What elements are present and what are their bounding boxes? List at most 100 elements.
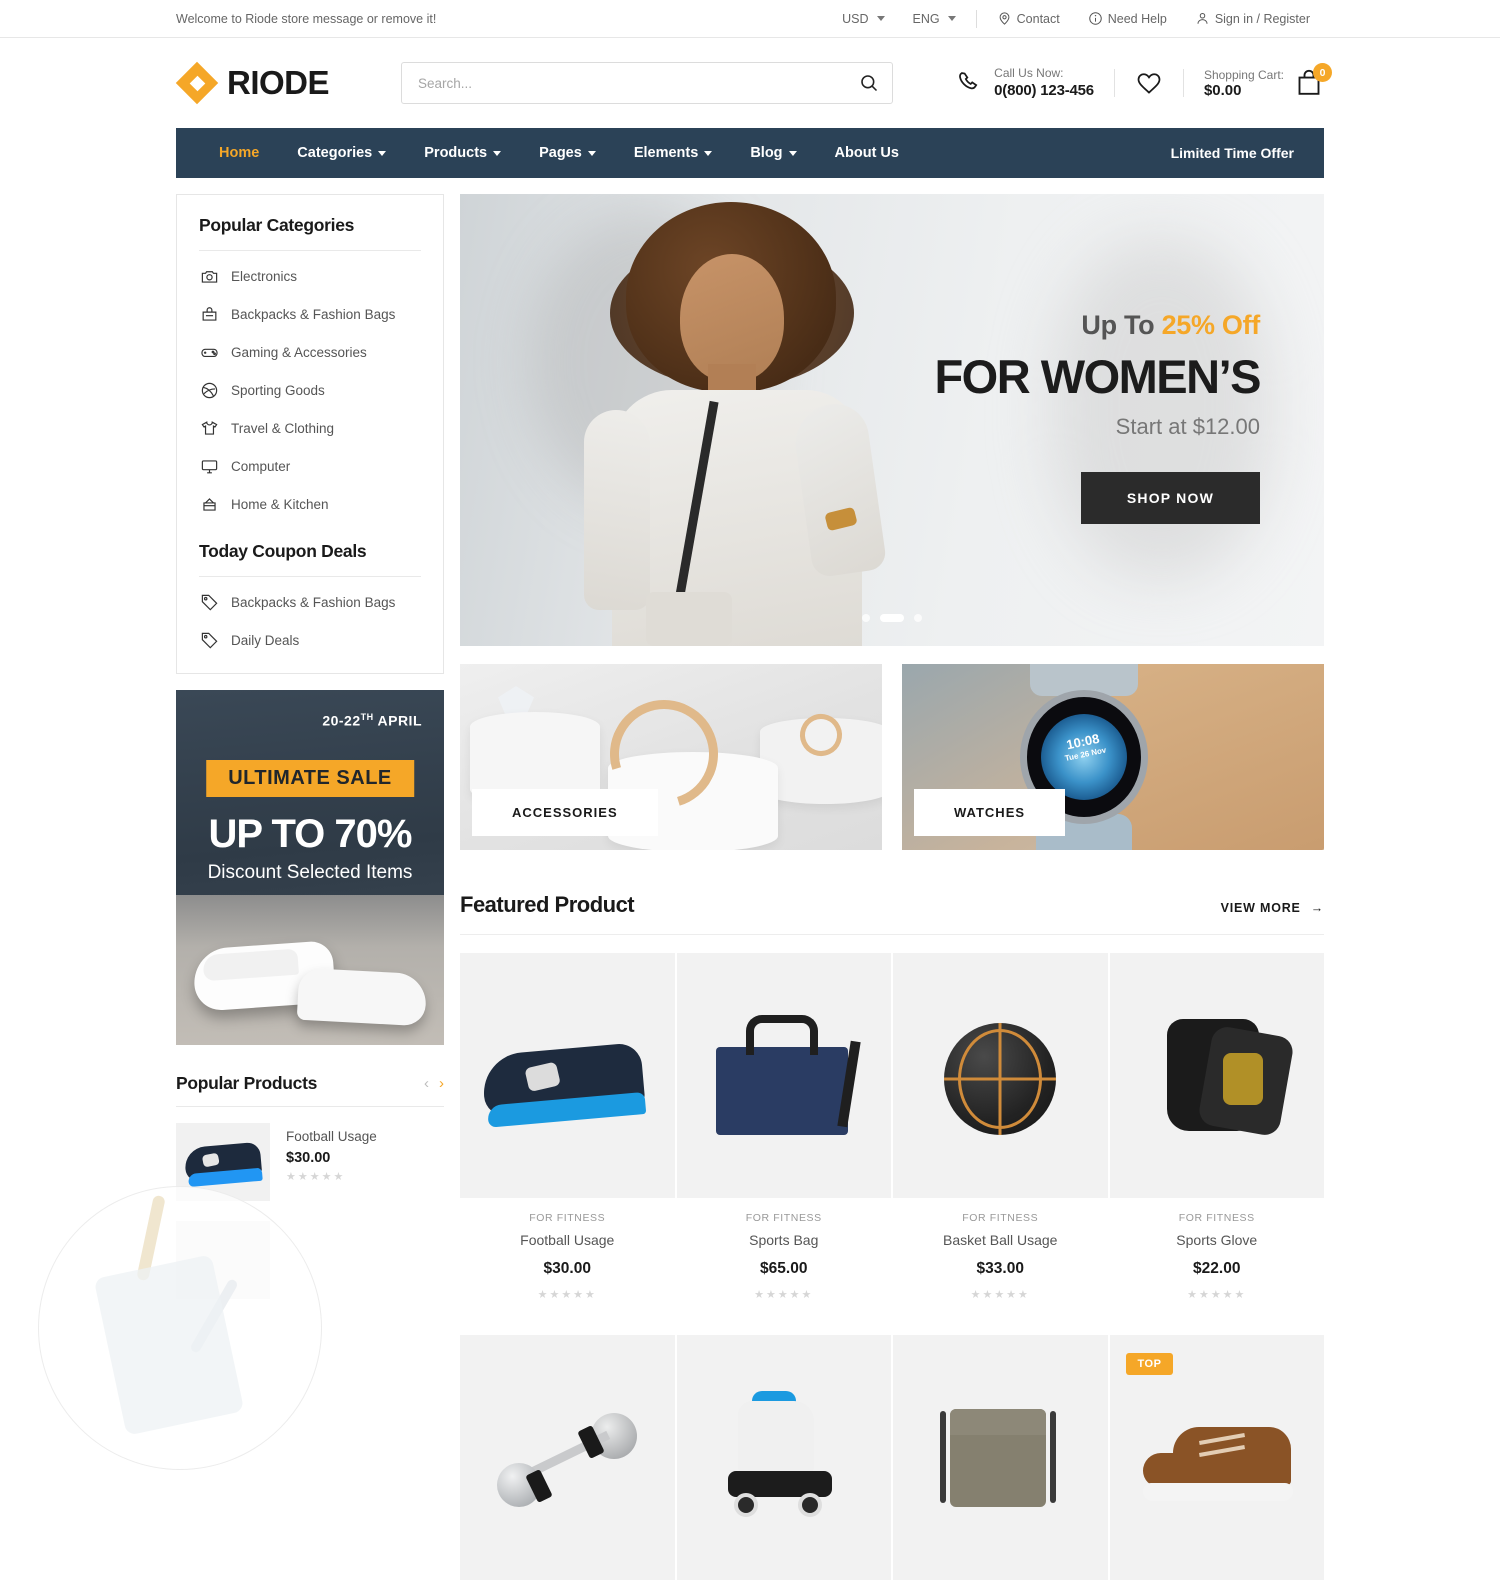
featured-title: Featured Product: [460, 892, 635, 917]
need-help-link[interactable]: Need Help: [1074, 11, 1181, 26]
account-link[interactable]: Sign in / Register: [1181, 11, 1324, 26]
sidebar-item-computer[interactable]: Computer: [199, 447, 421, 485]
nav-label: Home: [219, 145, 260, 161]
divider: [1182, 69, 1184, 97]
sidebar: Popular Categories Electronics Backpacks: [176, 194, 444, 1580]
prev-arrow-icon[interactable]: ‹: [424, 1076, 429, 1091]
logo[interactable]: RIODE: [175, 61, 330, 105]
slider-dot[interactable]: [862, 614, 870, 622]
product-card[interactable]: FOR FITNESS Sports Glove $22.00 ★★★★★: [1109, 953, 1325, 1317]
nav-item-blog[interactable]: Blog: [731, 145, 815, 161]
tshirt-icon: [199, 418, 219, 438]
tag-icon: [199, 630, 219, 650]
nav-item-categories[interactable]: Categories: [278, 145, 405, 161]
list-item[interactable]: [176, 1205, 444, 1303]
nav-item-pages[interactable]: Pages: [520, 145, 615, 161]
pot-icon: [199, 494, 219, 514]
arrow-right-icon: →: [1310, 901, 1324, 915]
chevron-down-icon: [876, 16, 885, 21]
sidebar-item-electronics[interactable]: Electronics: [199, 257, 421, 295]
product-image: [676, 953, 891, 1198]
product-card[interactable]: [893, 1335, 1108, 1580]
view-more-link[interactable]: VIEW MORE →: [1221, 901, 1324, 915]
contact-link[interactable]: Contact: [983, 11, 1074, 26]
welcome-message: Welcome to Riode store message or remove…: [176, 11, 437, 26]
cart-button[interactable]: Shopping Cart: $0.00 0: [1204, 63, 1332, 99]
list-item[interactable]: Football Usage $30.00 ★★★★★: [176, 1107, 444, 1205]
contact-label: Contact: [1016, 11, 1060, 26]
info-circle-icon: [1088, 12, 1102, 25]
hero-discount-line: Up To 25% Off: [934, 310, 1260, 341]
site-header: RIODE Call Us Now: 0(800) 123-456: [0, 38, 1500, 128]
divider: [199, 250, 421, 251]
product-image: [893, 953, 1108, 1198]
product-name: Football Usage: [286, 1129, 377, 1144]
hero-slider[interactable]: Up To 25% Off FOR WOMEN’S Start at $12.0…: [460, 194, 1324, 646]
bag-icon: [199, 304, 219, 324]
slider-dot[interactable]: [914, 614, 922, 622]
header-right-group: Call Us Now: 0(800) 123-456 Shopping Car…: [956, 63, 1332, 101]
language-selector[interactable]: ENG: [899, 12, 970, 26]
category-list: Electronics Backpacks & Fashion Bags Gam…: [199, 257, 421, 523]
nav-label: Blog: [750, 145, 783, 161]
product-price: $22.00: [1193, 1260, 1241, 1277]
wishlist-button[interactable]: [1135, 69, 1163, 97]
hero-up-to-label: Up To: [1081, 310, 1162, 340]
category-banner-watches[interactable]: 10:08 Tue 26 Nov WATCHES: [902, 664, 1324, 850]
hero-start-price: Start at $12.00: [1115, 414, 1260, 439]
product-card[interactable]: [460, 1335, 675, 1580]
sidebar-item-backpacks-fashion-bags[interactable]: Backpacks & Fashion Bags: [199, 295, 421, 333]
category-banners: ACCESSORIES 10:08 Tue 26 Nov WATCHES: [460, 664, 1324, 850]
nav-item-home[interactable]: Home: [200, 145, 278, 161]
product-info: Football Usage $30.00 ★★★★★: [286, 1123, 377, 1183]
search-button[interactable]: [846, 63, 892, 103]
product-image: [460, 1335, 675, 1580]
currency-selector[interactable]: USD: [828, 12, 898, 26]
sidebar-coupon-backpacks-fashion-bags[interactable]: Backpacks & Fashion Bags: [199, 583, 421, 621]
product-card[interactable]: FOR FITNESS Basket Ball Usage $33.00 ★★★…: [893, 953, 1108, 1317]
product-card[interactable]: FOR FITNESS Sports Bag $65.00 ★★★★★: [676, 953, 891, 1317]
call-us-block[interactable]: Call Us Now: 0(800) 123-456: [956, 65, 1094, 101]
chevron-down-icon: [587, 150, 596, 156]
nav-item-elements[interactable]: Elements: [615, 145, 731, 161]
call-us-number: 0(800) 123-456: [994, 81, 1094, 99]
divider: [1113, 69, 1115, 97]
product-price: $33.00: [976, 1260, 1024, 1277]
product-card[interactable]: FOR FITNESS Football Usage $30.00 ★★★★★: [460, 953, 675, 1317]
product-card[interactable]: [676, 1335, 891, 1580]
currency-label: USD: [842, 11, 869, 26]
promo-sale-label: ULTIMATE SALE: [206, 760, 414, 797]
limited-time-offer-link[interactable]: Limited Time Offer: [1171, 145, 1300, 161]
promo-date-sup: TH: [360, 712, 374, 722]
product-details: FOR FITNESS Sports Glove $22.00 ★★★★★: [1110, 1198, 1325, 1317]
coupon-list: Backpacks & Fashion Bags Daily Deals: [199, 583, 421, 659]
promo-banner[interactable]: 20-22TH APRIL ULTIMATE SALE UP TO 70% Di…: [176, 690, 444, 1045]
sidebar-item-label: Backpacks & Fashion Bags: [231, 306, 396, 322]
slider-dot-active[interactable]: [880, 614, 904, 622]
product-price: $30.00: [286, 1150, 331, 1166]
need-help-label: Need Help: [1107, 11, 1167, 26]
sidebar-item-home-kitchen[interactable]: Home & Kitchen: [199, 485, 421, 523]
hero-title: FOR WOMEN’S: [934, 350, 1261, 403]
categories-panel: Popular Categories Electronics Backpacks: [176, 194, 444, 674]
product-name: Sports Bag: [749, 1232, 819, 1248]
popular-categories-title: Popular Categories: [199, 215, 355, 235]
sidebar-item-gaming-accessories[interactable]: Gaming & Accessories: [199, 333, 421, 371]
sidebar-item-sporting-goods[interactable]: Sporting Goods: [199, 371, 421, 409]
monitor-icon: [199, 456, 219, 476]
hero-copy: Up To 25% Off FOR WOMEN’S Start at $12.0…: [934, 310, 1261, 524]
nav-item-about-us[interactable]: About Us: [816, 145, 918, 161]
shop-now-button[interactable]: SHOP NOW: [1080, 472, 1260, 524]
nav-item-products[interactable]: Products: [405, 145, 520, 161]
sidebar-coupon-daily-deals[interactable]: Daily Deals: [199, 621, 421, 659]
sidebar-item-label: Gaming & Accessories: [231, 344, 367, 360]
product-card[interactable]: TOP: [1109, 1335, 1324, 1580]
search-bar[interactable]: [401, 62, 894, 104]
nav-items: Home Categories Products Pages Elements …: [200, 145, 918, 161]
ball-icon: [199, 380, 219, 400]
category-banner-accessories[interactable]: ACCESSORIES: [460, 664, 882, 850]
next-arrow-icon[interactable]: ›: [439, 1076, 444, 1091]
sidebar-item-travel-clothing[interactable]: Travel & Clothing: [199, 409, 421, 447]
divider: [460, 934, 1324, 935]
search-input[interactable]: [402, 63, 847, 103]
